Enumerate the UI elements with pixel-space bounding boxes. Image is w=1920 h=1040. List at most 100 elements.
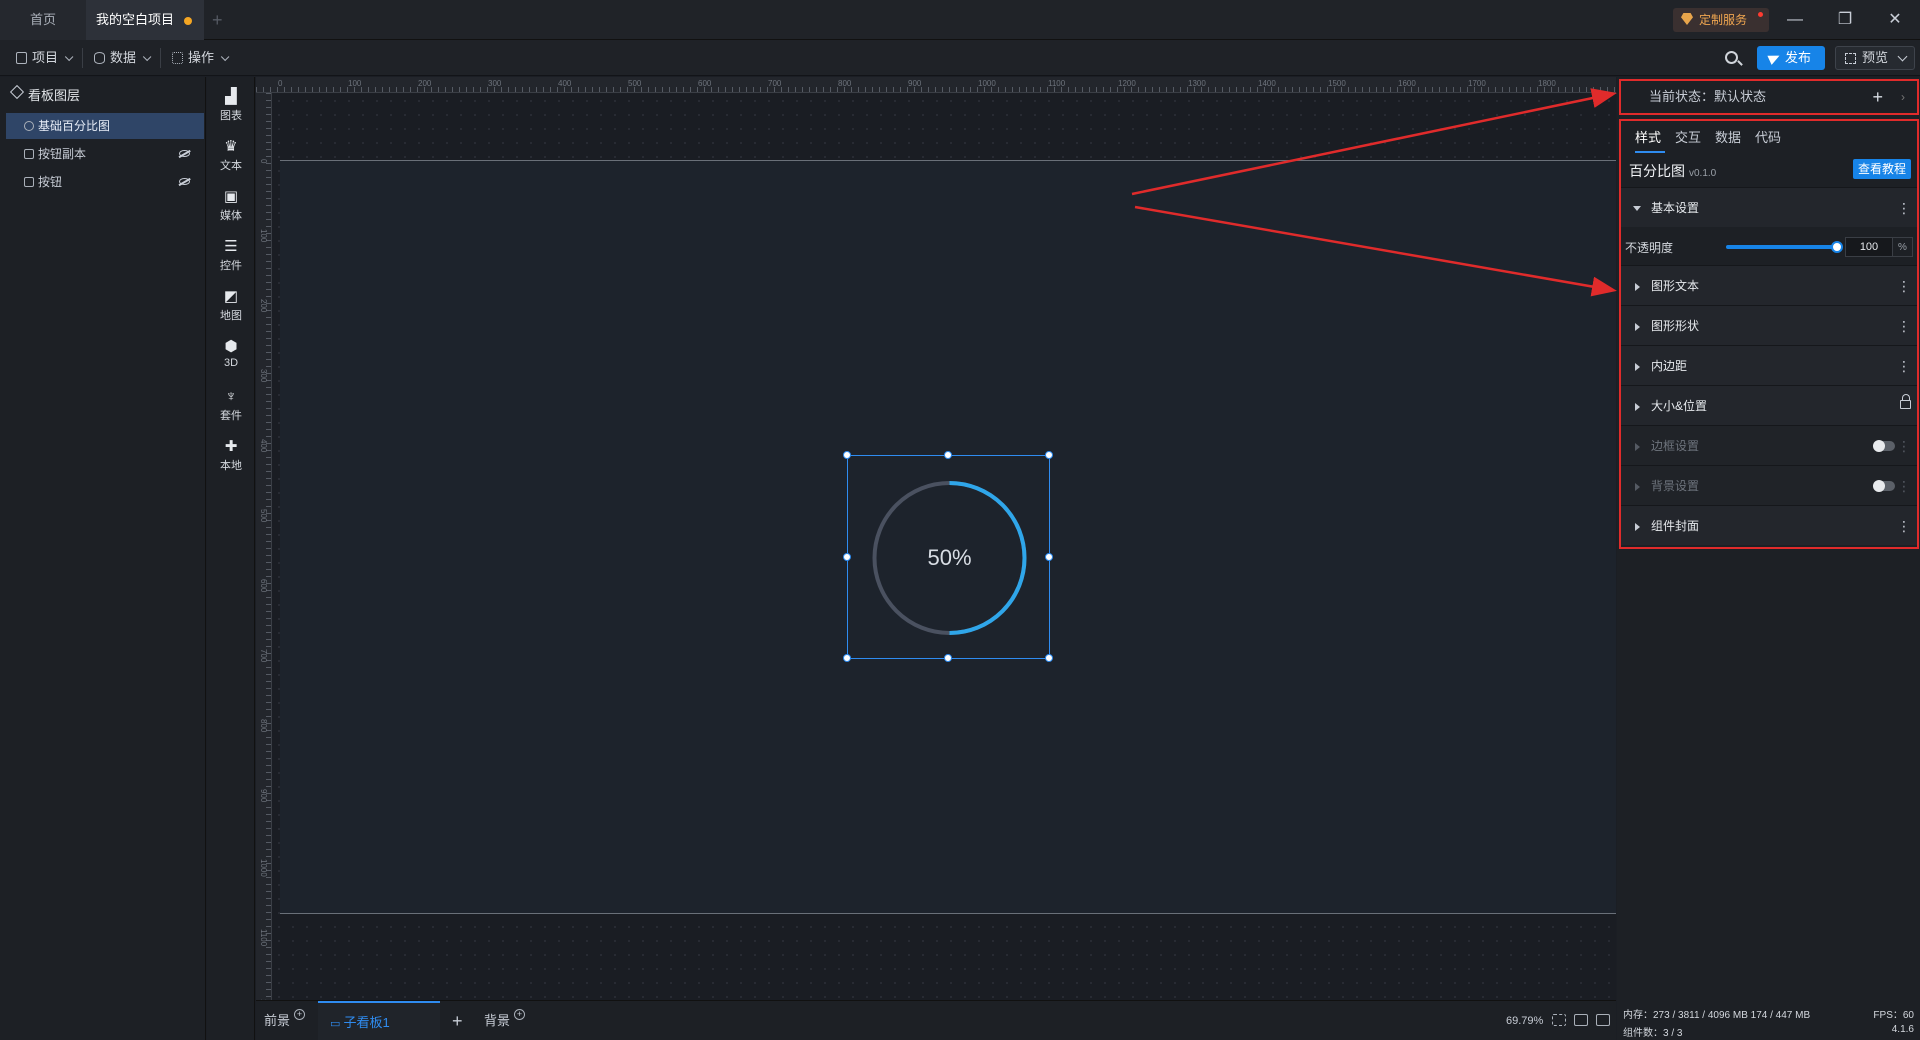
component-media[interactable]: ▣ 媒体: [207, 183, 255, 233]
ruler-vertical[interactable]: 0100200300400500600700800900100011001200: [256, 93, 272, 1000]
background-toggle[interactable]: [1873, 480, 1895, 492]
preview-button[interactable]: 预览: [1835, 46, 1915, 70]
component-chart[interactable]: ▟ 图表: [207, 83, 255, 133]
file-icon: [16, 52, 27, 64]
grid-icon: [172, 52, 183, 64]
status-bar: 内存：273 / 3811 / 4096 MB 174 / 447 MB FPS…: [1617, 1000, 1920, 1040]
slider-knob[interactable]: [1831, 241, 1843, 253]
background-tab[interactable]: 背景 +: [484, 1001, 526, 1040]
component-count: 组件数：3 / 3: [1623, 1028, 1683, 1039]
operate-menu[interactable]: 操作: [168, 40, 230, 76]
section-size-position[interactable]: 大小&位置: [1621, 385, 1917, 425]
percent-text: 50%: [927, 545, 972, 570]
caret-right-icon: [1635, 523, 1640, 531]
chevron-right-icon[interactable]: ›: [1901, 81, 1905, 113]
eye-off-icon[interactable]: [179, 150, 190, 157]
toolbar: 项目 数据 操作 发布 预览: [0, 40, 1920, 76]
current-state-row[interactable]: 当前状态：默认状态 + ›: [1619, 79, 1919, 115]
opacity-input[interactable]: 100: [1845, 237, 1893, 257]
section-shape-form[interactable]: 图形形状 ⋮: [1621, 305, 1917, 345]
publish-button[interactable]: 发布: [1757, 46, 1825, 70]
layer-item[interactable]: 基础百分比图: [6, 113, 204, 139]
opacity-slider[interactable]: [1726, 241, 1843, 253]
resize-handle[interactable]: [1045, 553, 1053, 561]
data-menu[interactable]: 数据: [90, 40, 152, 76]
terminal-icon[interactable]: [1596, 1014, 1610, 1026]
more-icon[interactable]: ⋮: [1897, 188, 1911, 228]
more-icon[interactable]: ⋮: [1897, 346, 1911, 386]
fit-screen-icon[interactable]: [1552, 1014, 1566, 1026]
tab-style[interactable]: 样式: [1635, 127, 1665, 153]
add-subboard-button[interactable]: +: [452, 1001, 463, 1040]
add-tab-button[interactable]: +: [212, 0, 223, 40]
control-icon: ☰: [224, 238, 238, 255]
tab-home[interactable]: 首页: [0, 0, 86, 40]
ruler-tick-label: 900: [908, 79, 922, 88]
add-circle-icon[interactable]: +: [294, 1009, 306, 1020]
project-menu-label: 项目: [32, 50, 59, 65]
resize-handle[interactable]: [944, 654, 952, 662]
component-local[interactable]: ✚ 本地: [207, 433, 255, 483]
more-icon[interactable]: ⋮: [1897, 426, 1911, 466]
component-name: 百分比图: [1629, 163, 1685, 179]
more-icon[interactable]: ⋮: [1897, 306, 1911, 346]
tab-interaction[interactable]: 交互: [1675, 127, 1701, 153]
eye-off-icon[interactable]: [179, 178, 190, 185]
foreground-tab[interactable]: 前景 +: [264, 1001, 306, 1040]
resize-handle[interactable]: [843, 451, 851, 459]
layer-item[interactable]: 按钮: [6, 169, 204, 195]
resize-handle[interactable]: [944, 451, 952, 459]
caret-right-icon: [1635, 363, 1640, 371]
component-title: 百分比图 v0.1.0: [1629, 161, 1716, 181]
component-text[interactable]: ♛ 文本: [207, 133, 255, 183]
subboard-tab[interactable]: ▭ 子看板1: [318, 1001, 440, 1040]
layer-item[interactable]: 按钮副本: [6, 141, 204, 167]
keyboard-icon[interactable]: [1574, 1014, 1588, 1026]
percent-ring-widget[interactable]: 50%: [843, 451, 1053, 662]
chart-icon: ▟: [225, 88, 237, 105]
custom-service-label: 定制服务: [1699, 13, 1748, 27]
resize-handle[interactable]: [843, 654, 851, 662]
zoom-level[interactable]: 69.79%: [1506, 1001, 1543, 1040]
section-border[interactable]: 边框设置 ⋮: [1621, 425, 1917, 465]
close-button[interactable]: ✕: [1872, 0, 1918, 40]
component-3d[interactable]: ⬢ 3D: [207, 333, 255, 383]
component-label: 媒体: [220, 210, 242, 222]
component-control[interactable]: ☰ 控件: [207, 233, 255, 283]
section-basic-settings[interactable]: 基本设置 ⋮: [1621, 187, 1917, 227]
ruler-tick-label: 0: [259, 159, 268, 164]
chevron-down-icon: [64, 52, 74, 62]
component-version: v0.1.0: [1689, 168, 1717, 179]
resize-handle[interactable]: [1045, 451, 1053, 459]
tab-data[interactable]: 数据: [1715, 127, 1741, 153]
ruler-horizontal[interactable]: 0 100 200 300 400 500 600 700 800 900 1000 1100 1200…: [256, 77, 1616, 93]
search-button[interactable]: [1722, 48, 1744, 70]
caret-right-icon: [1635, 443, 1640, 451]
resize-handle[interactable]: [843, 553, 851, 561]
minimize-button[interactable]: —: [1772, 0, 1818, 40]
resize-handle[interactable]: [1045, 654, 1053, 662]
restore-button[interactable]: ❐: [1822, 0, 1868, 40]
ruler-tick-label: 1000: [978, 79, 996, 88]
tab-project[interactable]: 我的空白项目: [86, 0, 204, 40]
custom-service-button[interactable]: 定制服务: [1673, 8, 1769, 32]
add-circle-icon[interactable]: +: [514, 1009, 526, 1020]
lock-icon[interactable]: [1900, 394, 1911, 409]
monitor-icon: ▭: [330, 1018, 344, 1030]
section-shape-text[interactable]: 图形文本 ⋮: [1621, 265, 1917, 305]
section-background[interactable]: 背景设置 ⋮: [1621, 465, 1917, 505]
more-icon[interactable]: ⋮: [1897, 466, 1911, 506]
section-padding[interactable]: 内边距 ⋮: [1621, 345, 1917, 385]
component-map[interactable]: ◩ 地图: [207, 283, 255, 333]
tab-project-label: 我的空白项目: [96, 12, 175, 27]
tab-code[interactable]: 代码: [1755, 127, 1781, 153]
component-suite[interactable]: ♆ 套件: [207, 383, 255, 433]
subboard-label: 子看板1: [343, 1015, 390, 1030]
add-state-button[interactable]: +: [1872, 81, 1883, 113]
section-cover[interactable]: 组件封面 ⋮: [1621, 505, 1917, 545]
view-tutorial-button[interactable]: 查看教程: [1853, 159, 1911, 179]
more-icon[interactable]: ⋮: [1897, 266, 1911, 306]
more-icon[interactable]: ⋮: [1897, 506, 1911, 546]
project-menu[interactable]: 项目: [12, 40, 74, 76]
border-toggle[interactable]: [1873, 440, 1895, 452]
